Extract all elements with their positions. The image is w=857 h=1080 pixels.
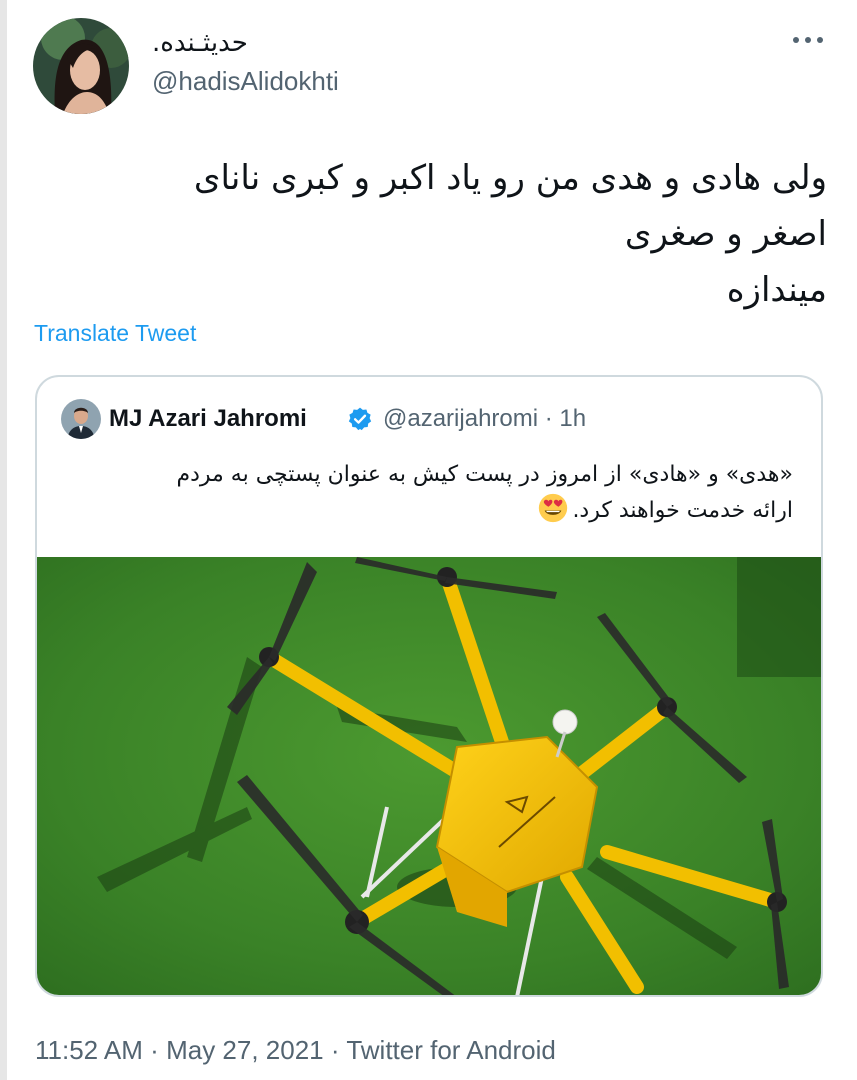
quoted-tweet-text: «هدی» و «هادی» از امروز در پست کیش به عن… bbox=[53, 457, 793, 529]
footer-separator: · bbox=[330, 1035, 340, 1065]
translate-tweet-link[interactable]: Translate Tweet bbox=[34, 320, 196, 347]
drone-image bbox=[37, 557, 821, 995]
footer-separator: · bbox=[150, 1035, 159, 1065]
smiling-face-with-heart-eyes-emoji-icon bbox=[539, 493, 568, 523]
author-display-name[interactable]: حدیثـنده. bbox=[152, 28, 248, 58]
quoted-author-handle: @azarijahromi bbox=[383, 405, 539, 432]
tweet-text-line: میندازه bbox=[726, 270, 827, 310]
tweet-footer: 11:52 AM · May 27, 2021 · Twitter for An… bbox=[35, 1035, 556, 1066]
more-options-button[interactable] bbox=[790, 28, 826, 52]
quoted-author-avatar bbox=[61, 399, 101, 439]
tweet-text-line: اصغر و صغری bbox=[624, 214, 827, 254]
tweet-text: ولی هادی و هدی من رو یاد اکبر و کبری نان… bbox=[67, 150, 827, 318]
quoted-tweet[interactable]: MJ Azari Jahromi @azarijahromi · 1h «هدی… bbox=[35, 375, 823, 997]
tweet-text-line: ولی هادی و هدی من رو یاد اکبر و کبری نان… bbox=[193, 158, 827, 198]
quoted-meta: @azarijahromi · 1h bbox=[383, 405, 586, 433]
quoted-author-name: MJ Azari Jahromi bbox=[109, 405, 307, 432]
quoted-text-line: «هدی» و «هادی» از امروز در پست کیش به عن… bbox=[176, 462, 793, 487]
tweet-time: 11:52 AM bbox=[35, 1035, 143, 1065]
window-edge bbox=[0, 0, 7, 1080]
drone-photo[interactable] bbox=[37, 557, 821, 995]
tweet-date: May 27, 2021 bbox=[166, 1035, 324, 1065]
avatar-photo bbox=[33, 18, 129, 114]
author-avatar[interactable] bbox=[33, 18, 129, 114]
quoted-timestamp: 1h bbox=[559, 405, 587, 432]
quoted-text-line-content: ارائه خدمت خواهند کرد. bbox=[572, 498, 793, 523]
meta-separator: · bbox=[544, 405, 553, 432]
verified-badge-icon bbox=[347, 406, 373, 432]
quoted-text-line: ارائه خدمت خواهند کرد. bbox=[53, 493, 793, 529]
quoted-avatar-photo bbox=[61, 399, 101, 439]
author-handle[interactable]: @hadisAlidokhti bbox=[152, 66, 339, 97]
tweet-source-link[interactable]: Twitter for Android bbox=[346, 1035, 556, 1065]
ellipsis-icon bbox=[793, 37, 823, 43]
